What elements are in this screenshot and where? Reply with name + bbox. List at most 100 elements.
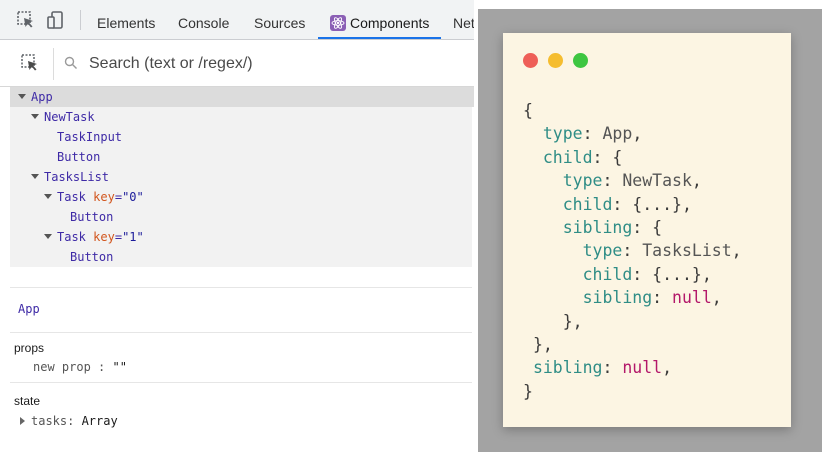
state-row[interactable]: tasks: Array: [20, 414, 118, 428]
expand-caret-icon[interactable]: [31, 114, 39, 119]
search-divider: [53, 48, 54, 80]
state-separator: :: [67, 414, 82, 428]
code-punctuation: ,: [691, 171, 702, 191]
code-value: App: [602, 124, 633, 144]
component-search-bar: Search (text or /regex/): [0, 40, 474, 87]
toolbar-divider: [80, 10, 81, 30]
code-punctuation: :: [622, 241, 643, 261]
prop-separator: :: [90, 360, 113, 374]
key-attribute-name: key: [93, 190, 115, 204]
select-component-icon[interactable]: [20, 53, 40, 73]
code-null: null: [672, 288, 712, 308]
state-section-title: state: [14, 394, 41, 408]
tab-network[interactable]: Net: [453, 0, 474, 39]
tab-console[interactable]: Console: [178, 0, 229, 39]
code-stage-background: { type: App, child: { type: NewTask, chi…: [478, 9, 822, 452]
code-punctuation: : {: [592, 147, 623, 167]
selected-component-name: App: [18, 302, 40, 316]
code-punctuation: :: [582, 124, 603, 144]
tree-node-taskslist[interactable]: TasksList: [10, 167, 474, 187]
code-punctuation: ,: [731, 241, 742, 261]
expand-caret-icon[interactable]: [20, 417, 25, 425]
code-punctuation: : {...},: [632, 264, 712, 284]
tab-elements[interactable]: Elements: [97, 0, 155, 39]
tree-node-task-1[interactable]: Task key="1": [10, 227, 474, 247]
prop-key[interactable]: new prop: [33, 360, 91, 374]
code-key: type: [542, 124, 583, 144]
props-section-title: props: [14, 341, 45, 355]
code-punctuation: :: [602, 358, 623, 378]
divider: [10, 382, 472, 383]
tree-node-label: Task: [57, 230, 86, 244]
code-punctuation: },: [562, 311, 583, 331]
code-punctuation: : {: [632, 218, 663, 238]
prop-row[interactable]: new prop : "": [33, 360, 127, 374]
tab-components[interactable]: Components: [318, 0, 442, 39]
search-icon: [64, 56, 78, 70]
inspect-element-icon[interactable]: [16, 10, 36, 30]
prop-value[interactable]: "": [112, 360, 126, 374]
tree-node-taskinput[interactable]: TaskInput: [10, 127, 474, 147]
code-punctuation: }: [523, 381, 533, 401]
code-null: null: [622, 358, 663, 378]
tab-sources[interactable]: Sources: [254, 0, 305, 39]
code-punctuation: ,: [662, 358, 673, 378]
tree-node-label: Button: [57, 150, 101, 164]
code-punctuation: },: [532, 335, 553, 355]
tree-node-task-0[interactable]: Task key="0": [10, 187, 474, 207]
devtools-panel: Elements Console Sources Components Net: [0, 0, 474, 459]
code-punctuation: :: [652, 288, 673, 308]
key-attribute-name: key: [93, 230, 115, 244]
expand-caret-icon[interactable]: [18, 94, 26, 99]
search-input[interactable]: Search (text or /regex/): [89, 55, 253, 73]
tree-node-button[interactable]: Button: [10, 207, 474, 227]
code-key: type: [582, 241, 623, 261]
code-punctuation: : {...},: [612, 194, 692, 214]
code-key: child: [542, 147, 593, 167]
tree-node-label: NewTask: [44, 110, 95, 124]
devtools-tabbar: Elements Console Sources Components Net: [0, 0, 474, 40]
divider: [10, 287, 472, 288]
code-key: sibling: [532, 358, 603, 378]
code-punctuation: ,: [632, 124, 643, 144]
tree-node-label: TaskInput: [57, 130, 123, 144]
expand-caret-icon[interactable]: [31, 174, 39, 179]
expand-caret-icon[interactable]: [44, 234, 52, 239]
react-logo-icon: [330, 15, 346, 31]
key-attribute-value: "0": [122, 190, 144, 204]
code-line: {: [523, 101, 533, 120]
code-key: type: [562, 171, 603, 191]
code-key: sibling: [582, 288, 653, 308]
device-toolbar-icon[interactable]: [46, 10, 66, 30]
code-key: child: [582, 264, 633, 284]
tree-node-button[interactable]: Button: [10, 247, 474, 267]
state-value: Array: [81, 414, 118, 428]
code-window: { type: App, child: { type: NewTask, chi…: [503, 33, 791, 427]
expand-caret-icon[interactable]: [44, 194, 52, 199]
tree-node-label: Button: [70, 250, 114, 264]
code-key: child: [562, 194, 613, 214]
state-key: tasks: [31, 414, 68, 428]
tree-node-label: Button: [70, 210, 114, 224]
tree-node-label: TasksList: [44, 170, 110, 184]
tree-node-app[interactable]: App: [10, 87, 474, 107]
tree-node-label: App: [31, 90, 53, 104]
code-key: sibling: [562, 218, 633, 238]
code-value: NewTask: [622, 171, 692, 191]
tree-node-label: Task: [57, 190, 86, 204]
maximize-dot-icon: [573, 53, 588, 68]
tree-node-button[interactable]: Button: [10, 147, 474, 167]
close-dot-icon: [523, 53, 538, 68]
code-block: { type: App, child: { type: NewTask, chi…: [523, 99, 742, 403]
code-punctuation: :: [602, 171, 623, 191]
key-attribute-value: "1": [122, 230, 144, 244]
tab-components-label: Components: [350, 15, 430, 31]
code-punctuation: ,: [711, 288, 722, 308]
component-tree: App NewTask TaskInput Button TasksList T…: [10, 87, 474, 267]
code-value: TasksList: [642, 241, 732, 261]
tree-node-newtask[interactable]: NewTask: [10, 107, 474, 127]
key-attribute-equals: =: [114, 190, 123, 204]
key-attribute-equals: =: [114, 230, 123, 244]
minimize-dot-icon: [548, 53, 563, 68]
divider: [10, 332, 472, 333]
